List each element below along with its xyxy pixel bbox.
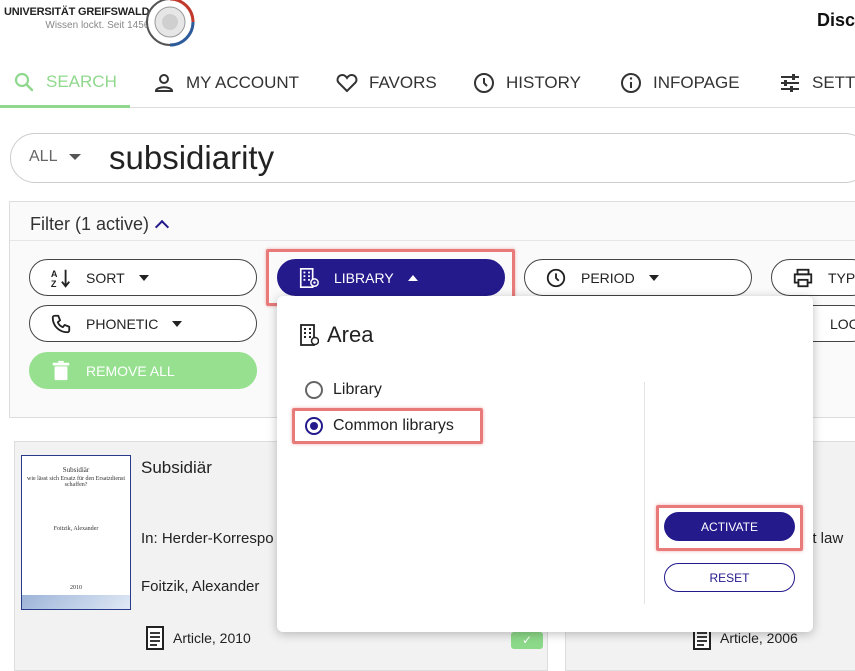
nav-favors-label: FAVORS [369,73,437,92]
cover-title: Subsidiär [62,466,90,474]
nav-my-account-label: MY ACCOUNT [186,73,300,92]
nav-settings-label: SETTI [812,73,855,92]
cover-author: Foitzik, Alexander [53,526,99,532]
caret-down-icon [69,154,82,160]
result-type: Article, 2010 [145,626,251,650]
clock-icon [474,73,494,93]
library-button[interactable]: LIBRARY [277,259,505,296]
main-nav: SEARCH MY ACCOUNT FAVORS HISTORY INFOPAG… [0,58,855,108]
radio-library[interactable]: Library [305,381,382,399]
activate-button[interactable]: ACTIVATE [664,512,795,541]
clock-icon [546,268,566,287]
type-label: TYP [828,269,855,286]
result-source: In: Herder-Korrespo [141,530,274,547]
person-icon [154,74,174,92]
nav-settings[interactable]: SETTI [778,58,855,108]
university-logo[interactable]: UNIVERSITÄT GREIFSWALD Wissen lockt. Sei… [4,6,150,32]
location-label: LOC [830,315,855,332]
building-icon [299,267,319,288]
filter-toggle[interactable]: Filter (1 active) [30,214,170,235]
logo-subtitle: Wissen lockt. Seit 1456 [45,19,150,31]
nav-search[interactable]: SEARCH [0,58,130,108]
caret-down-icon [138,274,149,281]
result-type-label: Article, 2006 [720,630,798,646]
svg-text:Z: Z [51,279,57,289]
sort-button[interactable]: AZ SORT [29,259,257,296]
radio-common-librarys-label: Common librarys [333,417,454,434]
trash-icon [52,360,70,380]
period-button[interactable]: PERIOD [524,259,752,296]
radio-button[interactable] [305,381,323,399]
svg-text:A: A [51,269,58,279]
search-scope-label: ALL [29,148,58,165]
nav-search-label: SEARCH [46,71,117,91]
search-input[interactable] [107,136,807,180]
filter-header-label: Filter (1 active) [30,214,150,234]
sliders-icon [781,74,799,92]
search-scope-select[interactable]: ALL [29,148,82,166]
phonetic-button[interactable]: PHONETIC [29,305,257,342]
university-seal-icon [146,0,195,47]
sort-label: SORT [86,269,125,286]
period-label: PERIOD [581,269,635,286]
cover-subtitle: wie lässt sich Ersatz für den Ersatzdien… [27,476,125,488]
remove-all-label: REMOVE ALL [86,362,175,379]
nav-favors[interactable]: FAVORS [335,58,437,108]
search-bar: ALL [10,133,855,183]
cover-year: 2010 [70,585,82,591]
library-label: LIBRARY [334,269,394,286]
caret-up-icon [407,274,418,281]
caret-down-icon [648,274,659,281]
available-check-icon: ✓ [511,632,543,649]
info-icon [621,73,641,93]
result-title[interactable]: Subsidiär [141,458,212,478]
search-icon [14,72,34,91]
library-dropdown: Area Library Common librarys ACTIVATE RE… [277,296,813,632]
chevron-up-icon [154,219,170,235]
reset-button[interactable]: RESET [664,563,795,592]
cover-band [22,595,130,609]
nav-my-account[interactable]: MY ACCOUNT [152,58,299,108]
caret-down-icon [172,320,183,327]
remove-all-button[interactable]: REMOVE ALL [29,352,257,389]
nav-infopage[interactable]: INFOPAGE [619,58,740,108]
area-heading-label: Area [327,322,374,347]
sort-az-icon: AZ [51,269,70,289]
logo-title: UNIVERSITÄT GREIFSWALD [4,6,150,18]
radio-button-checked[interactable] [305,417,323,435]
result-author: Foitzik, Alexander [141,578,260,595]
phonetic-label: PHONETIC [86,315,159,332]
nav-history[interactable]: HISTORY [472,58,581,108]
app-title: Disc [816,10,855,30]
book-cover-thumbnail[interactable]: Subsidiär wie lässt sich Ersatz für den … [21,455,131,610]
filter-divider [10,240,855,241]
document-icon [146,626,164,650]
nav-infopage-label: INFOPAGE [653,73,740,92]
radio-library-label: Library [333,381,382,398]
phone-icon [51,314,71,333]
radio-common-librarys[interactable]: Common librarys [305,417,454,435]
heart-icon [336,73,358,93]
building-icon [300,324,319,346]
area-heading: Area [299,322,373,348]
result-type-label: Article, 2010 [173,630,251,646]
type-button[interactable]: TYP [771,259,855,296]
dropdown-separator [644,382,645,604]
printer-icon [793,268,813,287]
nav-history-label: HISTORY [506,73,581,92]
